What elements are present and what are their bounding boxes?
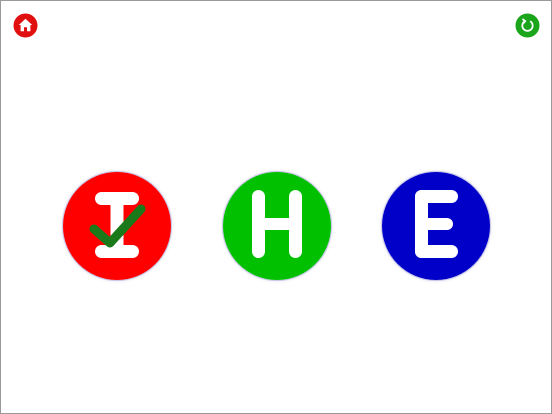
refresh-icon: [515, 13, 540, 38]
letter-h-bubble[interactable]: H: [223, 172, 331, 280]
letter-i-bubble[interactable]: I: [63, 172, 171, 280]
letter-e-glyph: [382, 172, 490, 280]
refresh-button[interactable]: [515, 13, 540, 38]
letter-h-glyph: [223, 172, 331, 280]
letter-e-bubble[interactable]: E: [382, 172, 490, 280]
home-icon: [13, 13, 38, 38]
game-screen: I H E: [0, 0, 552, 414]
home-button[interactable]: [13, 13, 38, 38]
check-mark-icon: [89, 204, 146, 248]
